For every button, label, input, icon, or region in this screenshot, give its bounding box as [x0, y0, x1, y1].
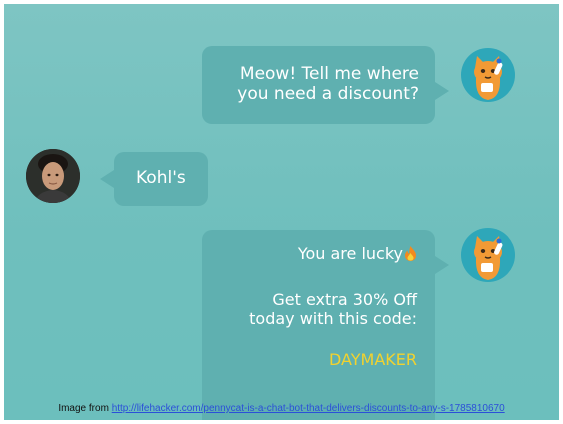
offer-text: Get extra 30% Off today with this code:: [207, 290, 417, 328]
bot-offer-bubble: You are lucky Get extra 30% Off today wi…: [202, 230, 449, 420]
bubble-tail: [435, 82, 449, 100]
lucky-text: You are lucky: [297, 244, 403, 263]
bubble-tail: [100, 170, 114, 188]
discount-code: DAYMAKER: [329, 350, 417, 369]
message-line: you need a discount?: [237, 84, 419, 104]
orange-cat-icon: [474, 56, 503, 100]
chat-window: Meow! Tell me where you need a discount?: [4, 4, 559, 420]
bot-message-text: Meow! Tell me where you need a discount?: [219, 64, 419, 104]
user-message-bubble: Kohl's: [100, 152, 208, 206]
message-line: Meow! Tell me where: [239, 64, 419, 84]
orange-cat-icon: [474, 236, 503, 280]
user-message-text: Kohl's: [136, 168, 186, 188]
user-photo-icon: [26, 149, 80, 203]
source-link[interactable]: http://lifehacker.com/pennycat-is-a-chat…: [112, 403, 505, 414]
lucky-line: You are lucky: [207, 244, 417, 263]
bubble-tail: [435, 256, 449, 274]
offer-line: Get extra 30% Off: [272, 290, 417, 309]
image-source-caption: Image from http://lifehacker.com/pennyca…: [4, 398, 559, 420]
offer-line: today with this code:: [249, 309, 417, 328]
cat-avatar-icon: [461, 228, 515, 282]
fire-emoji-icon: [405, 246, 416, 261]
cat-avatar-icon: [461, 48, 515, 102]
user-avatar: [26, 149, 80, 203]
caption-prefix: Image from: [58, 403, 112, 414]
bot-message-bubble: Meow! Tell me where you need a discount?: [202, 46, 449, 124]
